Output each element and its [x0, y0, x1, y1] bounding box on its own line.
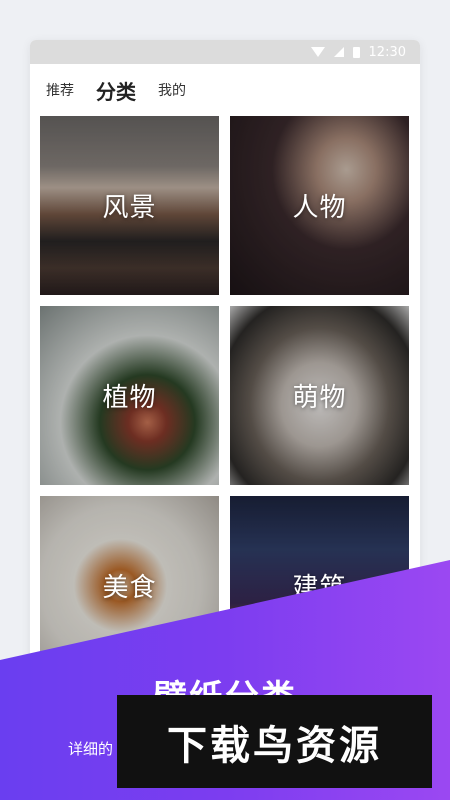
- tab-mine[interactable]: 我的: [158, 80, 186, 100]
- tab-category[interactable]: 分类: [96, 76, 136, 105]
- category-card-people[interactable]: 人物: [230, 116, 409, 295]
- battery-icon: [352, 46, 360, 58]
- status-time: 12:30: [368, 44, 406, 60]
- banner-subtitle: 详细的: [68, 740, 114, 758]
- category-label: 美食: [102, 573, 157, 603]
- category-label: 萌物: [292, 383, 347, 413]
- category-label: 植物: [102, 383, 157, 413]
- category-card-plants[interactable]: 植物: [40, 306, 219, 485]
- tab-recommend[interactable]: 推荐: [46, 80, 74, 100]
- category-label: 风景: [102, 193, 157, 223]
- signal-icon: [333, 47, 344, 57]
- watermark-logo: 下载鸟资源: [117, 695, 432, 788]
- category-label: 人物: [292, 193, 347, 223]
- status-bar: 12:30: [30, 40, 420, 64]
- wifi-icon: [310, 47, 325, 57]
- category-card-pets[interactable]: 萌物: [230, 306, 409, 485]
- category-card-landscape[interactable]: 风景: [40, 116, 219, 295]
- top-tabs: 推荐 分类 我的: [30, 64, 420, 116]
